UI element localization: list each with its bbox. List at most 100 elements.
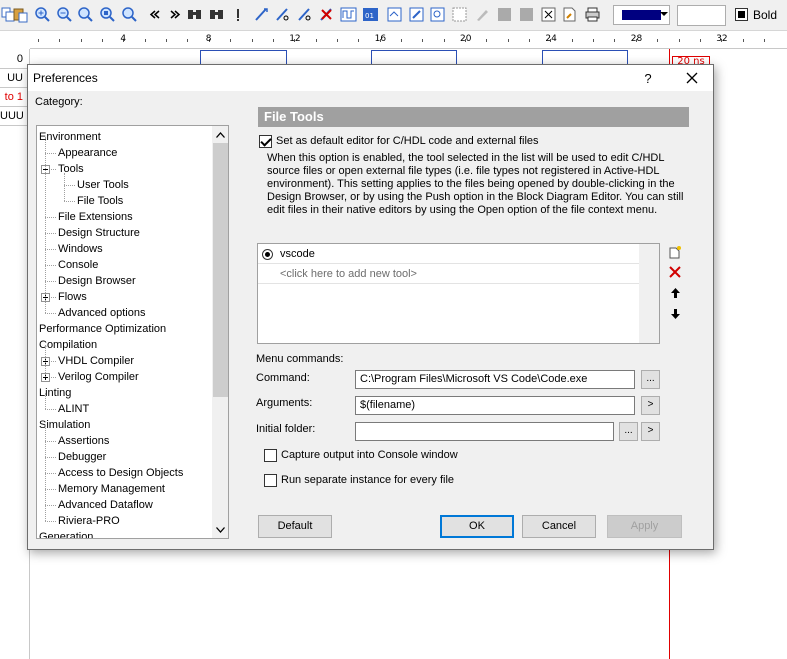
tree-item[interactable]: Riviera-PRO (58, 513, 120, 529)
signal-link-icon[interactable] (296, 6, 313, 23)
tree-item[interactable]: ALINT (58, 401, 89, 417)
filled-rect-icon[interactable] (518, 6, 535, 23)
tree-item[interactable]: Windows (58, 241, 103, 257)
add-tool-row[interactable]: <click here to add new tool> (258, 265, 639, 284)
next-icon[interactable] (167, 6, 184, 23)
initial-folder-input[interactable] (355, 422, 614, 441)
arguments-input[interactable]: $(filename) (355, 396, 635, 415)
tree-item[interactable]: Generation (39, 529, 93, 538)
tree-item[interactable]: Linting (39, 385, 71, 401)
chevron-down-icon[interactable] (660, 9, 668, 19)
tree-item[interactable]: Memory Management (58, 481, 165, 497)
arguments-macro-button[interactable]: > (641, 396, 660, 415)
image-icon[interactable] (429, 6, 446, 23)
previous-icon[interactable] (146, 6, 163, 23)
ruler-label: 16 (374, 34, 387, 44)
dialog-titlebar[interactable]: Preferences ? (28, 65, 713, 91)
new-file-icon[interactable] (561, 6, 578, 23)
tree-item[interactable]: Performance Optimization (39, 321, 166, 337)
command-input[interactable]: C:\Program Files\Microsoft VS Code\Code.… (355, 370, 635, 389)
bold-checkbox[interactable] (735, 8, 748, 21)
paste-icon[interactable] (12, 6, 29, 23)
close-button[interactable] (674, 65, 710, 91)
tree-item[interactable]: Advanced Dataflow (58, 497, 153, 513)
move-down-icon[interactable] (667, 306, 683, 322)
tree-item[interactable]: User Tools (77, 177, 129, 193)
binary-icon[interactable]: 01 (362, 6, 379, 23)
command-browse-button[interactable]: ... (641, 370, 660, 389)
bookmark-icon[interactable] (230, 6, 247, 23)
find-icon[interactable] (186, 6, 203, 23)
tree-item[interactable]: Design Browser (58, 273, 136, 289)
capture-output-label: Capture output into Console window (281, 449, 458, 461)
capture-output-checkbox[interactable] (264, 449, 277, 462)
tree-item[interactable]: Design Structure (58, 225, 140, 241)
ok-button[interactable]: OK (440, 515, 514, 538)
zoom-fit-icon[interactable] (77, 6, 94, 23)
rectangle-icon[interactable] (496, 6, 513, 23)
folder-browse-button[interactable]: ... (619, 422, 638, 441)
pen-icon[interactable] (474, 6, 491, 23)
tree-connector (45, 521, 56, 522)
menu-commands-label: Menu commands: (256, 353, 344, 365)
bold-label: Bold (753, 8, 778, 22)
tree-connector (64, 173, 65, 201)
insert-icon[interactable] (386, 6, 403, 23)
ruler-tick (59, 39, 61, 42)
apply-button[interactable]: Apply (607, 515, 682, 538)
tree-item[interactable]: Debugger (58, 449, 106, 465)
signal-delete-icon[interactable] (318, 6, 335, 23)
edit-icon[interactable] (408, 6, 425, 23)
scroll-up-icon[interactable] (212, 126, 228, 143)
tree-item[interactable]: Environment (39, 129, 101, 145)
ruler-tick (358, 39, 360, 42)
folder-macro-button[interactable]: > (641, 422, 660, 441)
signal-cut-icon[interactable] (274, 6, 291, 23)
tree-item[interactable]: Appearance (58, 145, 117, 161)
tree-scrollbar[interactable] (212, 126, 228, 538)
move-up-icon[interactable] (667, 285, 683, 301)
ruler-tick (422, 39, 424, 42)
tree-item[interactable]: Access to Design Objects (58, 465, 183, 481)
ruler-label: 20 (460, 34, 472, 44)
tree-item[interactable]: Simulation (39, 417, 90, 433)
preferences-dialog: Preferences ? Category: Environment Appea… (27, 64, 714, 550)
draw-signal-icon[interactable] (253, 6, 270, 23)
zoom-out-icon[interactable] (56, 6, 73, 23)
ruler-tick (400, 39, 402, 42)
delete-tool-icon[interactable] (667, 264, 683, 280)
tree-item[interactable]: Advanced options (58, 305, 145, 321)
tree-item[interactable]: Tools (58, 161, 84, 177)
tree-scroll-thumb[interactable] (213, 143, 228, 397)
zoom-range-icon[interactable] (99, 6, 116, 23)
separate-instance-checkbox[interactable] (264, 474, 277, 487)
category-tree[interactable]: Environment Appearance Tools User Tools File… (36, 125, 229, 539)
tool-list[interactable]: vscode <click here to add new tool> (257, 243, 660, 344)
waveform-icon[interactable] (340, 6, 357, 23)
cut-icon[interactable] (540, 6, 557, 23)
zoom-in-icon[interactable] (34, 6, 51, 23)
zoom-cursor-icon[interactable] (121, 6, 138, 23)
tree-item[interactable]: Verilog Compiler (58, 369, 139, 385)
ruler-tick (657, 39, 659, 42)
tree-item[interactable]: Console (58, 257, 98, 273)
tool-radio[interactable] (262, 249, 273, 260)
tree-item[interactable]: File Tools (77, 193, 123, 209)
tree-connector (45, 473, 56, 474)
new-tool-icon[interactable] (667, 244, 683, 260)
default-editor-checkbox[interactable] (259, 135, 272, 148)
tree-item[interactable]: Compilation (39, 337, 97, 353)
cancel-button[interactable]: Cancel (522, 515, 596, 538)
print-icon[interactable] (584, 6, 601, 23)
tree-item[interactable]: Assertions (58, 433, 109, 449)
tree-item[interactable]: VHDL Compiler (58, 353, 134, 369)
help-button[interactable]: ? (632, 65, 664, 91)
grid-icon[interactable] (451, 6, 468, 23)
tree-item[interactable]: File Extensions (58, 209, 133, 225)
default-button[interactable]: Default (258, 515, 332, 538)
line-width-input[interactable] (677, 5, 726, 26)
tree-item[interactable]: Flows (58, 289, 87, 305)
list-item[interactable]: vscode (258, 245, 639, 264)
scroll-down-icon[interactable] (212, 521, 228, 538)
find-next-icon[interactable] (208, 6, 225, 23)
